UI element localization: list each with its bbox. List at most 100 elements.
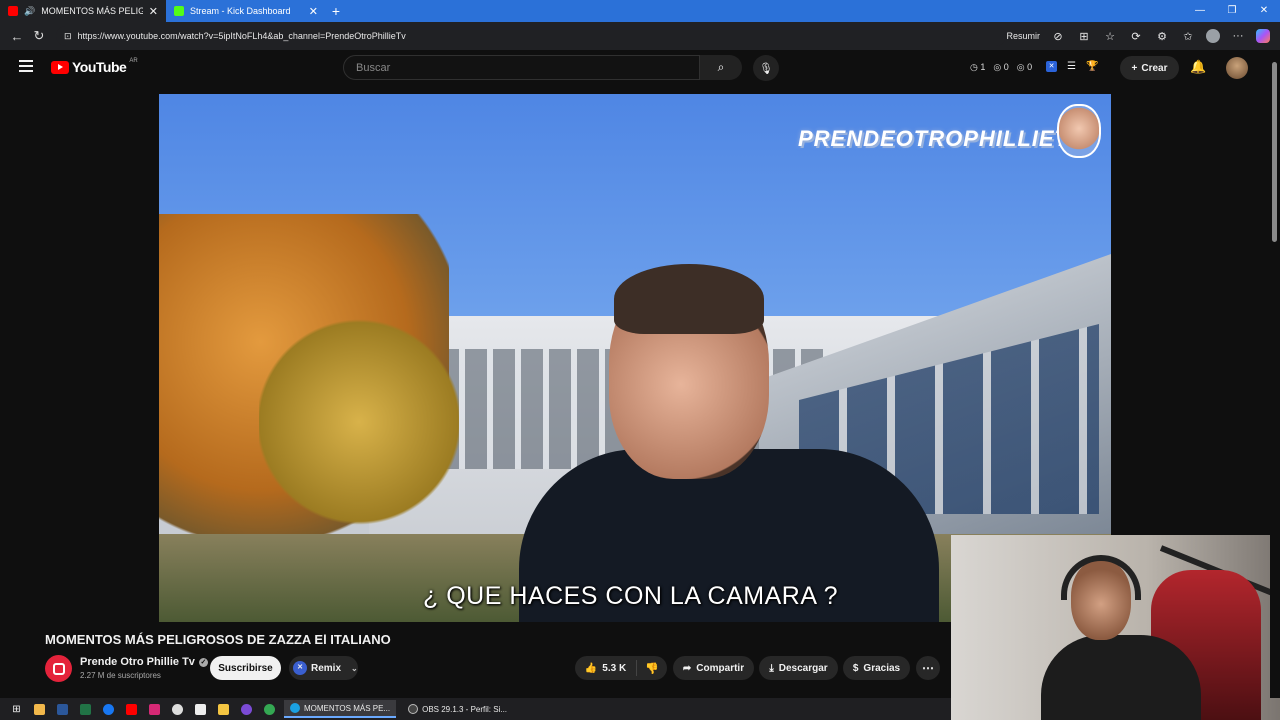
like-count: 5.3 K [602,662,627,674]
verified-check-icon: ✓ [198,657,208,667]
tab-title: MOMENTOS MÁS PELIGROSOS [41,6,143,16]
plus-icon: + [1131,62,1138,74]
subscriber-count: 2.27 M de suscriptores [80,671,161,680]
thanks-button[interactable]: $ Gracias [843,656,910,680]
app-circle-icon[interactable] [238,702,255,716]
restore-icon[interactable]: ❐ [1216,0,1248,22]
word-icon[interactable] [54,702,71,716]
menu-icon[interactable] [19,60,33,72]
channel-name: Prende Otro Phillie Tv [80,656,195,668]
scrollbar-thumb[interactable] [1272,62,1277,242]
youtube-favicon-icon [8,6,18,16]
close-window-icon[interactable]: ✕ [1248,0,1280,22]
extension-icon[interactable]: ⊘ [1050,30,1066,43]
notifications-bell-icon[interactable]: 🔔 [1190,59,1206,75]
taskbar-app-label: OBS 29.1.3 - Perfil: Si... [422,704,508,714]
thumbs-up-icon: 👍 [584,662,598,674]
tab-youtube[interactable]: 🔊 MOMENTOS MÁS PELIGROSOS ✕ [0,0,166,22]
list-icon[interactable]: ☰ [1067,61,1076,72]
kick-favicon-icon [174,6,184,16]
address-bar-row: ← ↻ ⊡ https://www.youtube.com/watch?v=5i… [0,22,1280,50]
account-avatar[interactable] [1226,57,1248,79]
facebook-icon[interactable] [100,702,117,716]
folder-icon[interactable] [215,702,232,716]
start-windows-icon[interactable]: ⊞ [8,702,25,716]
channel-avatar[interactable] [45,655,72,682]
window-controls: — ❐ ✕ [1184,0,1280,22]
favorite-star-icon[interactable]: ☆ [1102,30,1118,43]
remix-label: Remix [311,662,342,674]
edge-icon [290,703,300,713]
video-scene-tree-2 [259,314,459,554]
remix-button[interactable]: ✕ Remix ⌄ [289,656,358,680]
share-label: Compartir [696,662,745,674]
thumbs-down-icon: 👎 [645,662,659,675]
copilot-icon[interactable] [1256,29,1270,43]
extension-icons: ✕ ☰ 🏆 [1046,61,1098,72]
extensions-puzzle-icon[interactable]: ⚙ [1154,30,1170,43]
chat-icon[interactable] [169,702,186,716]
youtube-app-icon[interactable] [123,702,140,716]
store-icon[interactable] [31,702,48,716]
chrome-icon[interactable] [261,702,278,716]
voice-search-button[interactable]: 🎙 [753,55,779,81]
profile-icon[interactable] [1206,29,1220,43]
video-scene-person [519,264,939,622]
channel-name-link[interactable]: Prende Otro Phillie Tv ✓ [80,656,208,668]
watermark-avatar [1057,104,1101,158]
summarize-button[interactable]: Resumir [1006,31,1040,41]
new-tab-button[interactable]: + [326,3,346,19]
remix-extension-icon[interactable]: ✕ [1046,61,1057,72]
counter-clock: ◷ 1 [970,62,986,72]
like-button[interactable]: 👍 5.3 K [575,660,637,676]
youtube-logo[interactable]: YouTube AR [51,58,138,75]
video-title: MOMENTOS MÁS PELIGROSOS DE ZAZZA El ITAL… [45,632,391,647]
obs-icon [408,704,419,714]
url-field[interactable]: ⊡ https://www.youtube.com/watch?v=5ipItN… [56,26,1007,46]
notepad-icon[interactable] [192,702,209,716]
taskbar-app-edge[interactable]: MOMENTOS MÁS PE... [284,700,397,718]
subscribe-button[interactable]: Suscribirse [210,656,281,680]
download-button[interactable]: ⤓ Descargar [759,656,838,680]
taskbar-app-obs[interactable]: OBS 29.1.3 - Perfil: Si... [402,700,513,718]
download-icon: ⤓ [769,662,774,674]
browser-toolbar: Resumir ⊘ ⊞ ☆ ⟳ ⚙ ✩ ··· [1006,29,1274,43]
instagram-icon[interactable] [146,702,163,716]
chevron-down-icon: ⌄ [351,663,358,673]
url-text: https://www.youtube.com/watch?v=5ipItNoF… [77,31,406,41]
excel-icon[interactable] [77,702,94,716]
logo-text: YouTube [72,59,127,75]
share-arrow-icon: ➦ [682,662,692,674]
search-input[interactable]: Buscar [343,55,700,80]
youtube-masthead: YouTube AR Buscar ⌕ 🎙 ◷ 1 ◎ 0 ◎ 0 ✕ ☰ 🏆 … [0,50,1270,86]
extension-counters[interactable]: ◷ 1 ◎ 0 ◎ 0 [970,62,1032,73]
page-scrollbar[interactable] [1270,50,1280,698]
counter-eye: ◎ 0 [993,62,1009,72]
sync-icon[interactable]: ⟳ [1128,30,1144,43]
search-button[interactable]: ⌕ [700,55,742,80]
microphone-icon: 🎙 [759,62,773,75]
more-menu-icon[interactable]: ··· [1230,30,1246,42]
browser-tab-bar: 🔊 MOMENTOS MÁS PELIGROSOS ✕ Stream - Kic… [0,0,1280,22]
share-button[interactable]: ➦ Compartir [673,656,754,680]
thanks-icon: $ [852,662,859,674]
collections-icon[interactable]: ✩ [1180,30,1196,43]
remix-icon: ✕ [293,661,307,675]
create-button[interactable]: + Crear [1120,56,1179,80]
more-actions-button[interactable]: ⋯ [916,656,940,680]
minimize-icon[interactable]: — [1184,0,1216,22]
thanks-label: Gracias [863,662,901,674]
close-tab-icon[interactable]: ✕ [149,5,158,18]
more-dots-icon: ⋯ [922,661,934,675]
create-label: Crear [1141,62,1168,74]
apps-icon[interactable]: ⊞ [1076,30,1092,43]
speaker-icon: 🔊 [24,5,36,16]
close-tab-icon[interactable]: ✕ [309,5,318,18]
site-info-icon[interactable]: ⊡ [64,31,72,42]
back-arrow-icon[interactable]: ← [6,29,28,44]
dislike-button[interactable]: 👎 [637,662,667,675]
trophy-icon[interactable]: 🏆 [1086,61,1098,72]
channel-watermark: PRENDEOTROPHILLIET [797,126,1069,151]
refresh-icon[interactable]: ↻ [28,28,50,44]
tab-kick[interactable]: Stream - Kick Dashboard ✕ [166,0,326,22]
